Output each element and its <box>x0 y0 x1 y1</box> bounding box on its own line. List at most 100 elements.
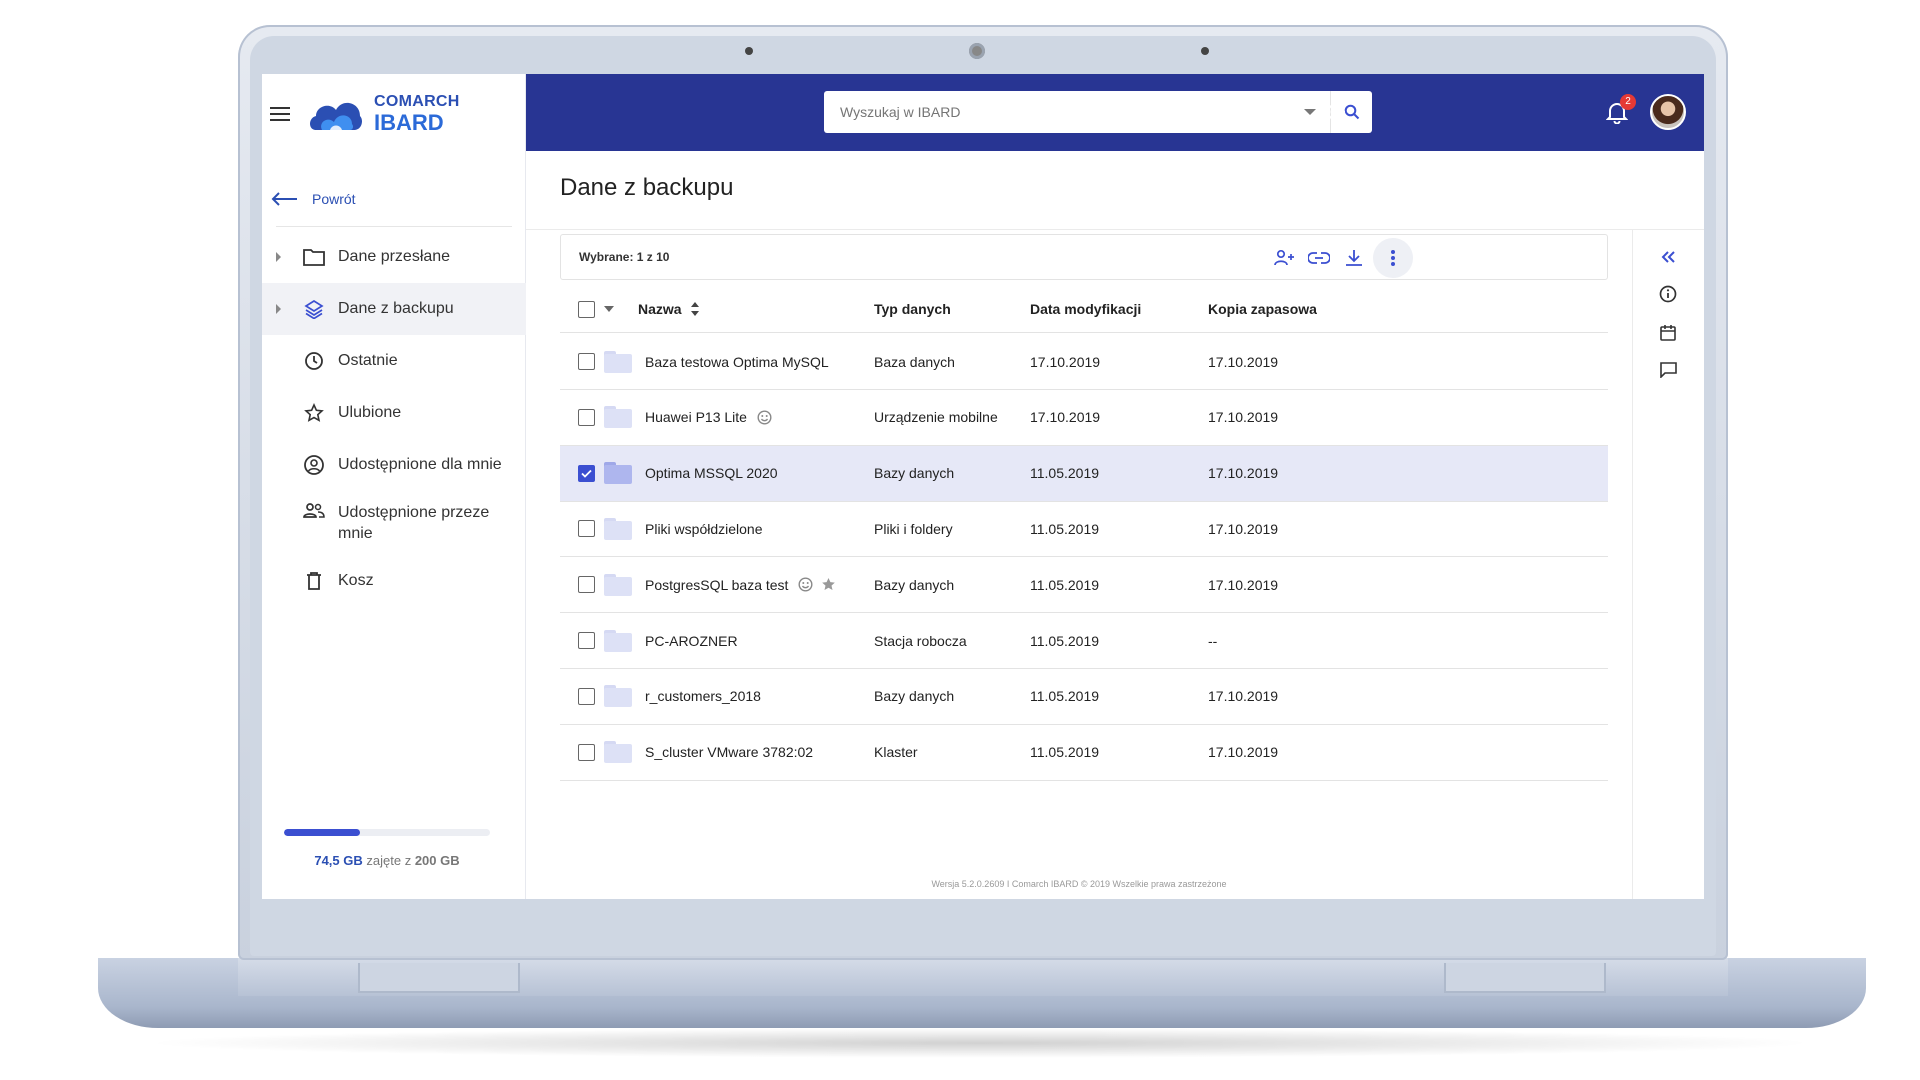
name-cell[interactable]: Baza testowa Optima MySQL <box>604 334 829 389</box>
expand-caret-icon[interactable] <box>276 304 281 314</box>
name-cell[interactable]: PC-AROZNER <box>604 613 738 668</box>
checkbox[interactable] <box>578 408 595 426</box>
name-cell[interactable]: Huawei P13 Lite <box>604 390 772 445</box>
sidebar-item-shared-by-me[interactable]: Udostępnione przeze mnie <box>262 491 526 555</box>
chevron-down-icon <box>1304 109 1316 115</box>
table-row[interactable]: Optima MSSQL 2020 Bazy danych 11.05.2019 17… <box>560 445 1608 502</box>
backup-cell: 17.10.2019 <box>1208 353 1279 370</box>
copy-link-button[interactable] <box>1308 247 1330 269</box>
select-options-dropdown[interactable] <box>604 286 614 332</box>
download-button[interactable] <box>1343 247 1365 269</box>
row-checkbox[interactable] <box>578 725 595 780</box>
back-link[interactable]: Powrót <box>270 191 356 207</box>
column-header-name[interactable]: Nazwa <box>638 286 700 332</box>
table-row[interactable]: Pliki współdzielone Pliki i foldery 11.05.… <box>560 501 1608 558</box>
checkbox[interactable] <box>578 353 595 370</box>
table-row[interactable]: r_customers_2018 Bazy danych 11.05.2019 17.… <box>560 669 1608 725</box>
modified-cell: 11.05.2019 <box>1030 688 1100 705</box>
help-icon <box>1272 101 1294 123</box>
sort-icon[interactable] <box>690 302 700 316</box>
avatar[interactable] <box>1650 94 1686 130</box>
sidebar-item-recent[interactable]: Ostatnie <box>262 335 526 387</box>
checkbox[interactable] <box>578 743 595 761</box>
item-name[interactable]: Pliki współdzielone <box>645 521 763 537</box>
item-name[interactable]: S_cluster VMware 3782:02 <box>645 744 813 760</box>
sidebar-item-label: Kosz <box>338 572 374 589</box>
row-checkbox[interactable] <box>578 501 595 556</box>
table-row[interactable]: Huawei P13 Lite Urządzenie mobilne 17.10.2… <box>560 390 1608 446</box>
layers-icon <box>302 297 326 321</box>
column-header-type[interactable]: Typ danych <box>874 286 951 332</box>
top-bar: 2 <box>526 74 1704 151</box>
checkbox[interactable] <box>578 464 595 482</box>
sidebar-item-label: Ulubione <box>338 404 402 421</box>
nav-divider <box>276 226 512 227</box>
laptop-hinge-left <box>358 963 520 993</box>
help-button[interactable] <box>1270 99 1296 125</box>
share-user-button[interactable] <box>1273 247 1295 269</box>
table-row[interactable]: PC-AROZNER Stacja robocza 11.05.2019 -- <box>560 613 1608 669</box>
row-checkbox[interactable] <box>578 390 595 445</box>
settings-button[interactable] <box>1322 99 1348 125</box>
sidebar-item-shared-with-me[interactable]: Udostępnione dla mnie <box>262 439 526 491</box>
sidebar-item-uploaded-data[interactable]: Dane przesłane <box>262 231 526 283</box>
collapse-panel-button[interactable] <box>1657 246 1679 268</box>
download-icon <box>1346 250 1362 266</box>
sidebar-item-trash[interactable]: Kosz <box>262 555 526 607</box>
select-all-checkbox[interactable] <box>578 286 595 332</box>
checkbox[interactable] <box>578 687 595 705</box>
folder-icon <box>604 741 632 764</box>
star-icon[interactable] <box>821 577 836 592</box>
table-row[interactable]: S_cluster VMware 3782:02 Klaster 11.05.201… <box>560 725 1608 781</box>
checkbox[interactable] <box>578 300 595 318</box>
more-actions-button[interactable] <box>1373 238 1413 278</box>
item-name[interactable]: r_customers_2018 <box>645 688 761 704</box>
storage-middle: zajęte z <box>366 853 412 868</box>
row-badges <box>757 410 772 425</box>
sidebar-item-backup-data[interactable]: Dane z backupu <box>262 283 526 335</box>
name-cell[interactable]: Optima MSSQL 2020 <box>604 446 778 501</box>
menu-icon[interactable] <box>270 107 290 121</box>
name-cell[interactable]: PostgresSQL baza test <box>604 557 836 612</box>
checkbox[interactable] <box>578 576 595 594</box>
title-divider <box>526 229 1704 230</box>
row-checkbox[interactable] <box>578 557 595 612</box>
more-vertical-icon <box>1391 250 1395 266</box>
checkbox[interactable] <box>578 520 595 538</box>
info-button[interactable] <box>1657 283 1679 305</box>
column-header-backup[interactable]: Kopia zapasowa <box>1208 286 1317 332</box>
checkbox[interactable] <box>578 632 595 649</box>
right-rail <box>1632 230 1704 899</box>
row-checkbox[interactable] <box>578 669 595 724</box>
bezel-sensor-left <box>745 47 753 55</box>
row-checkbox[interactable] <box>578 613 595 668</box>
search-input[interactable] <box>824 91 1290 133</box>
item-name[interactable]: PC-AROZNER <box>645 633 738 649</box>
name-cell[interactable]: r_customers_2018 <box>604 669 761 724</box>
sidebar-item-label: Udostępnione dla mnie <box>338 456 502 473</box>
item-name[interactable]: Baza testowa Optima MySQL <box>645 354 829 370</box>
expand-caret-icon[interactable] <box>276 252 281 262</box>
table-row[interactable]: PostgresSQL baza test Bazy danych 11.05.20… <box>560 557 1608 614</box>
row-checkbox[interactable] <box>578 334 595 389</box>
comments-button[interactable] <box>1657 359 1679 381</box>
table-row[interactable]: Baza testowa Optima MySQL Baza danych 17.1… <box>560 334 1608 390</box>
name-cell[interactable]: Pliki współdzielone <box>604 501 763 556</box>
star-icon <box>302 401 326 425</box>
notifications-button[interactable]: 2 <box>1604 94 1636 125</box>
modified-cell: 17.10.2019 <box>1030 409 1101 426</box>
modified-cell: 11.05.2019 <box>1030 520 1100 537</box>
column-header-modified[interactable]: Data modyfikacji <box>1030 286 1141 332</box>
name-cell[interactable]: S_cluster VMware 3782:02 <box>604 725 813 780</box>
backup-cell: 17.10.2019 <box>1208 744 1279 761</box>
header-label: Nazwa <box>638 301 682 317</box>
sidebar-item-favorites[interactable]: Ulubione <box>262 387 526 439</box>
type-cell: Bazy danych <box>874 576 955 593</box>
sidebar: COMARCH IBARD Powrót Dane przesłane Dane… <box>262 74 526 899</box>
item-name[interactable]: PostgresSQL baza test <box>645 577 788 593</box>
type-cell: Urządzenie mobilne <box>874 409 998 426</box>
row-checkbox[interactable] <box>578 446 595 501</box>
item-name[interactable]: Huawei P13 Lite <box>645 409 747 425</box>
calendar-button[interactable] <box>1657 321 1679 343</box>
item-name[interactable]: Optima MSSQL 2020 <box>645 465 778 481</box>
